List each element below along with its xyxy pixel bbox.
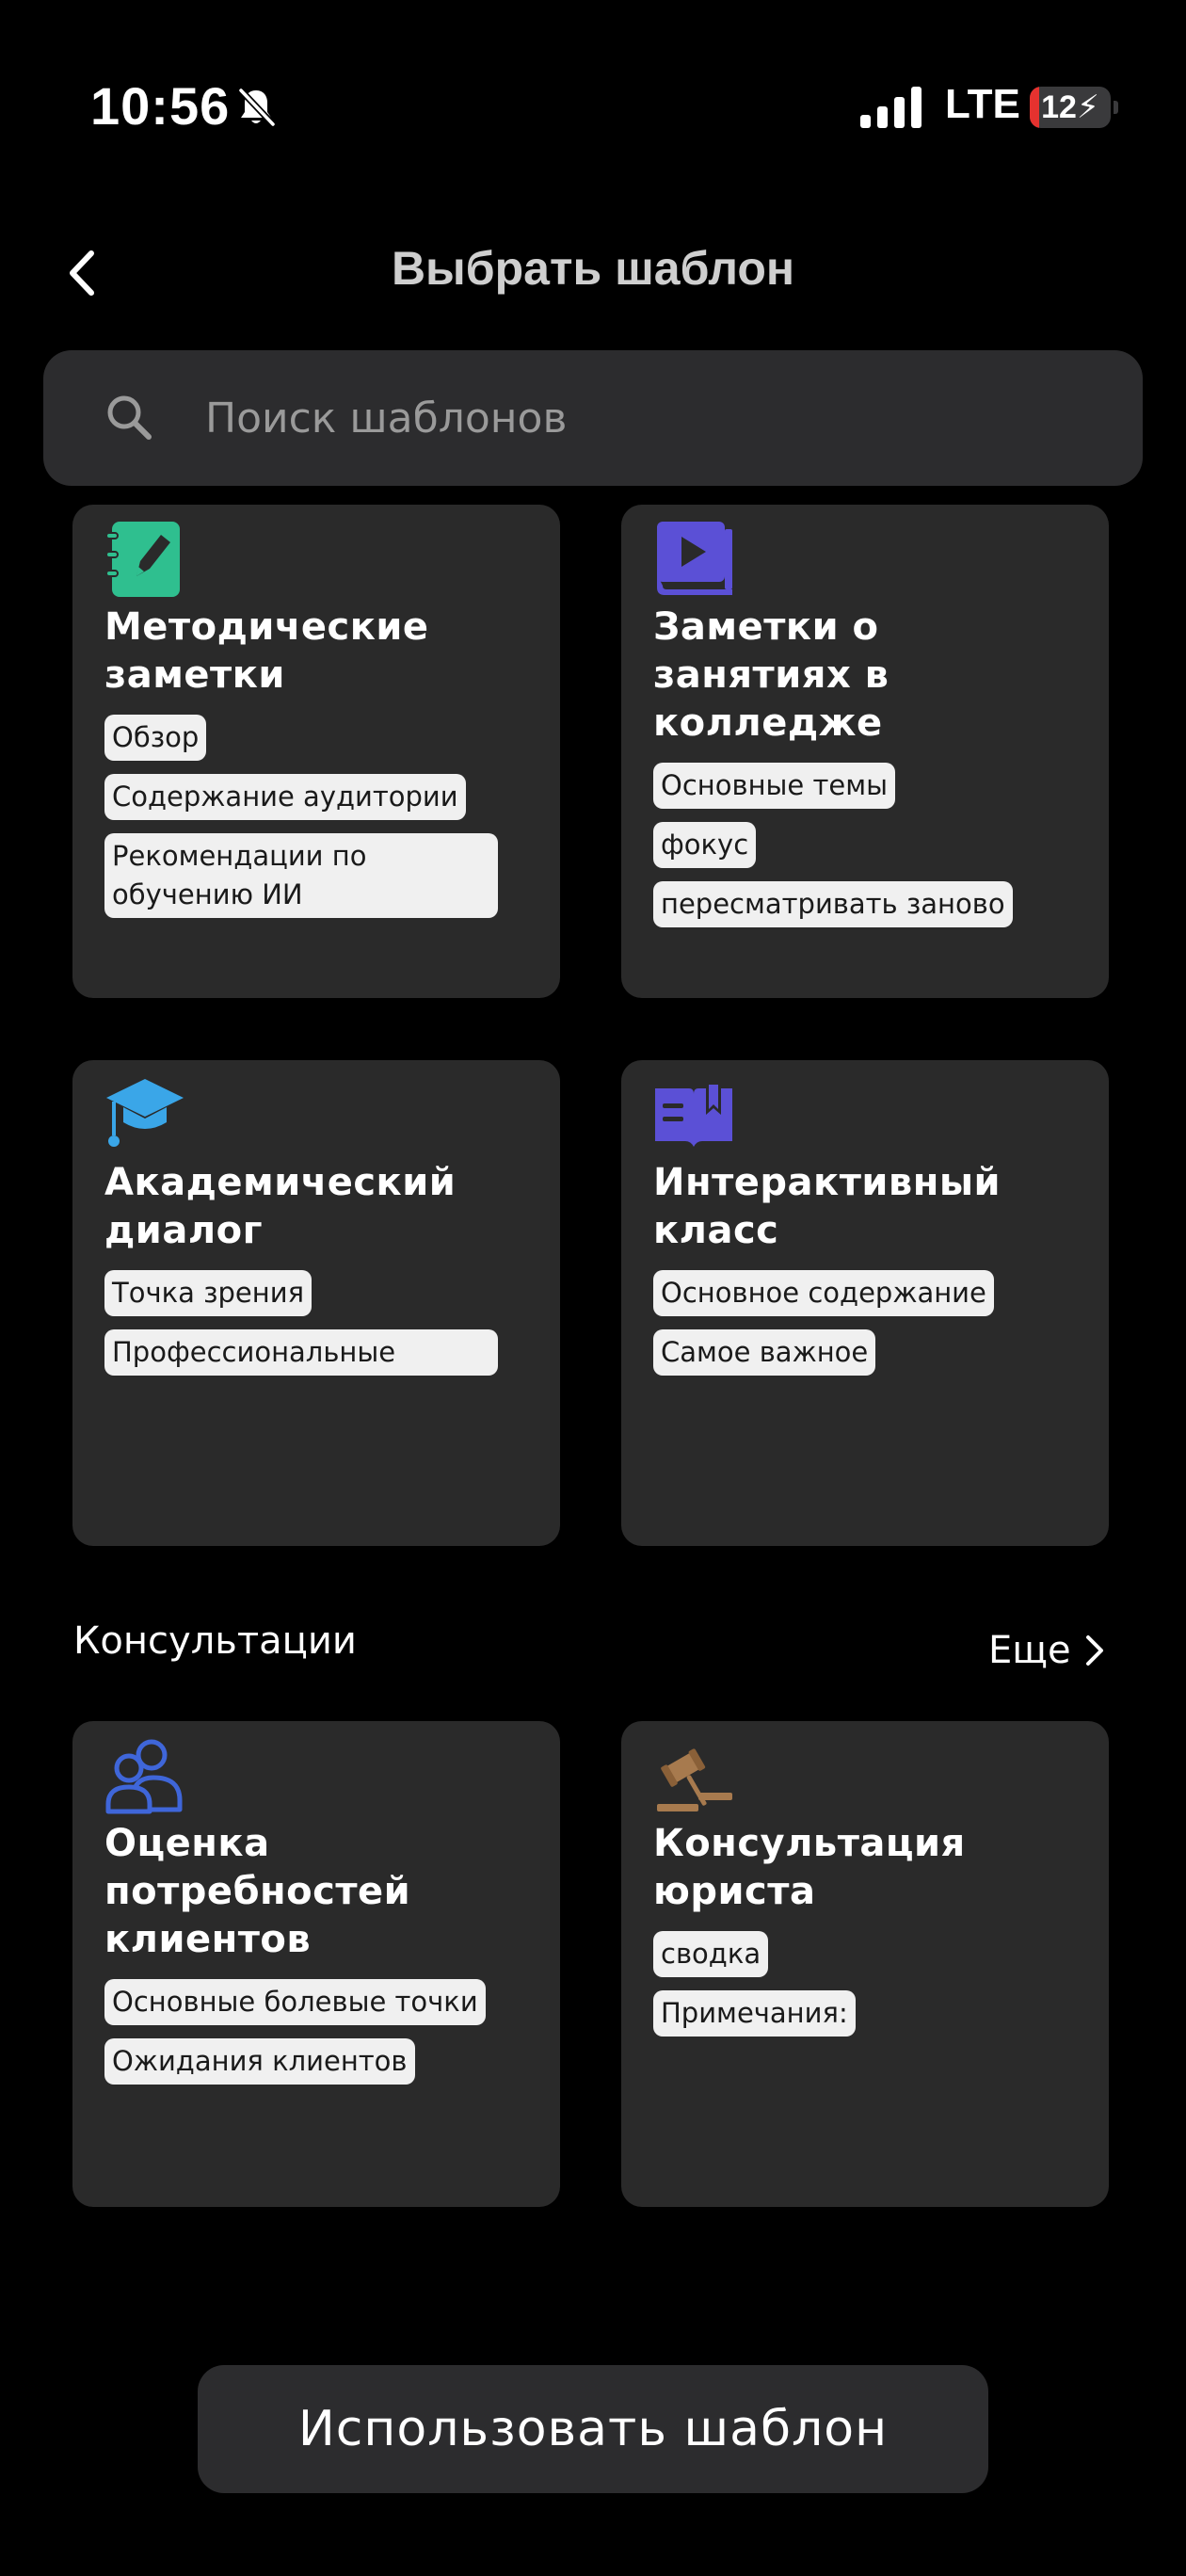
gavel-icon <box>657 1748 732 1811</box>
tag: Профессиональные <box>104 1329 498 1376</box>
card-title: Консультация юриста <box>653 1822 966 1913</box>
template-card-interactive-class[interactable]: Интерактивный класс Основное содержание … <box>621 1060 1109 1546</box>
search-icon <box>107 395 152 440</box>
tag: фокус <box>653 822 757 868</box>
open-book-icon <box>655 1083 732 1147</box>
template-card-academic-dialog[interactable]: Академический диалог Точка зрения Профес… <box>72 1060 560 1546</box>
card-title: Академический диалог <box>104 1161 457 1252</box>
template-card-lawyer-consult[interactable]: Консультация юриста сводка Примечания: <box>621 1721 1109 2207</box>
page-title: Выбрать шаблон <box>391 242 795 295</box>
graduation-cap-icon <box>106 1079 184 1147</box>
template-card-method-notes[interactable]: Методические заметки Обзор Содержание ау… <box>72 505 560 998</box>
chevron-right-icon <box>1085 1635 1103 1666</box>
more-link[interactable]: Еще <box>988 1629 1105 1672</box>
template-card-client-needs[interactable]: Оценка потребностей клиентов Основные бо… <box>72 1721 560 2207</box>
tag: Основное содержание <box>653 1270 994 1316</box>
card-title: Оценка потребностей клиентов <box>104 1822 411 1961</box>
tag: Рекомендации по обучению ИИ <box>104 833 498 918</box>
template-card-college-notes[interactable]: Заметки о занятиях в колледже Основные т… <box>621 505 1109 998</box>
tag: Содержание аудитории <box>104 774 466 820</box>
tag: Основные темы <box>653 763 895 809</box>
users-icon <box>105 1739 183 1814</box>
tag: Основные болевые точки <box>104 1979 486 2025</box>
tag: Примечания: <box>653 1990 856 2037</box>
battery-level: 12⚡ <box>1041 89 1099 125</box>
battery-charging-icon: 12⚡ <box>1030 87 1118 128</box>
video-book-icon <box>657 522 732 595</box>
card-title: Заметки о занятиях в колледже <box>653 605 890 745</box>
use-template-button[interactable]: Использовать шаблон <box>198 2365 988 2493</box>
section-title-consultations: Консультации <box>73 1619 357 1663</box>
signal-icon <box>860 87 922 128</box>
tag: Самое важное <box>653 1329 876 1376</box>
card-title: Методические заметки <box>104 605 429 697</box>
network-label: LTE <box>945 81 1020 127</box>
bell-slash-icon <box>238 88 276 127</box>
search-bar[interactable] <box>43 350 1143 486</box>
status-bar: 10:56 LTE 12⚡ <box>0 0 1186 188</box>
status-time: 10:56 <box>90 76 231 136</box>
more-label: Еще <box>988 1629 1071 1672</box>
tag: Ожидания клиентов <box>104 2038 415 2085</box>
search-input[interactable] <box>205 384 1109 452</box>
tag: Обзор <box>104 715 207 761</box>
tag: сводка <box>653 1931 769 1977</box>
tag: пересматривать заново <box>653 881 1013 927</box>
notebook-pencil-icon <box>105 522 180 597</box>
tag: Точка зрения <box>104 1270 313 1316</box>
card-title: Интерактивный класс <box>653 1161 1002 1252</box>
